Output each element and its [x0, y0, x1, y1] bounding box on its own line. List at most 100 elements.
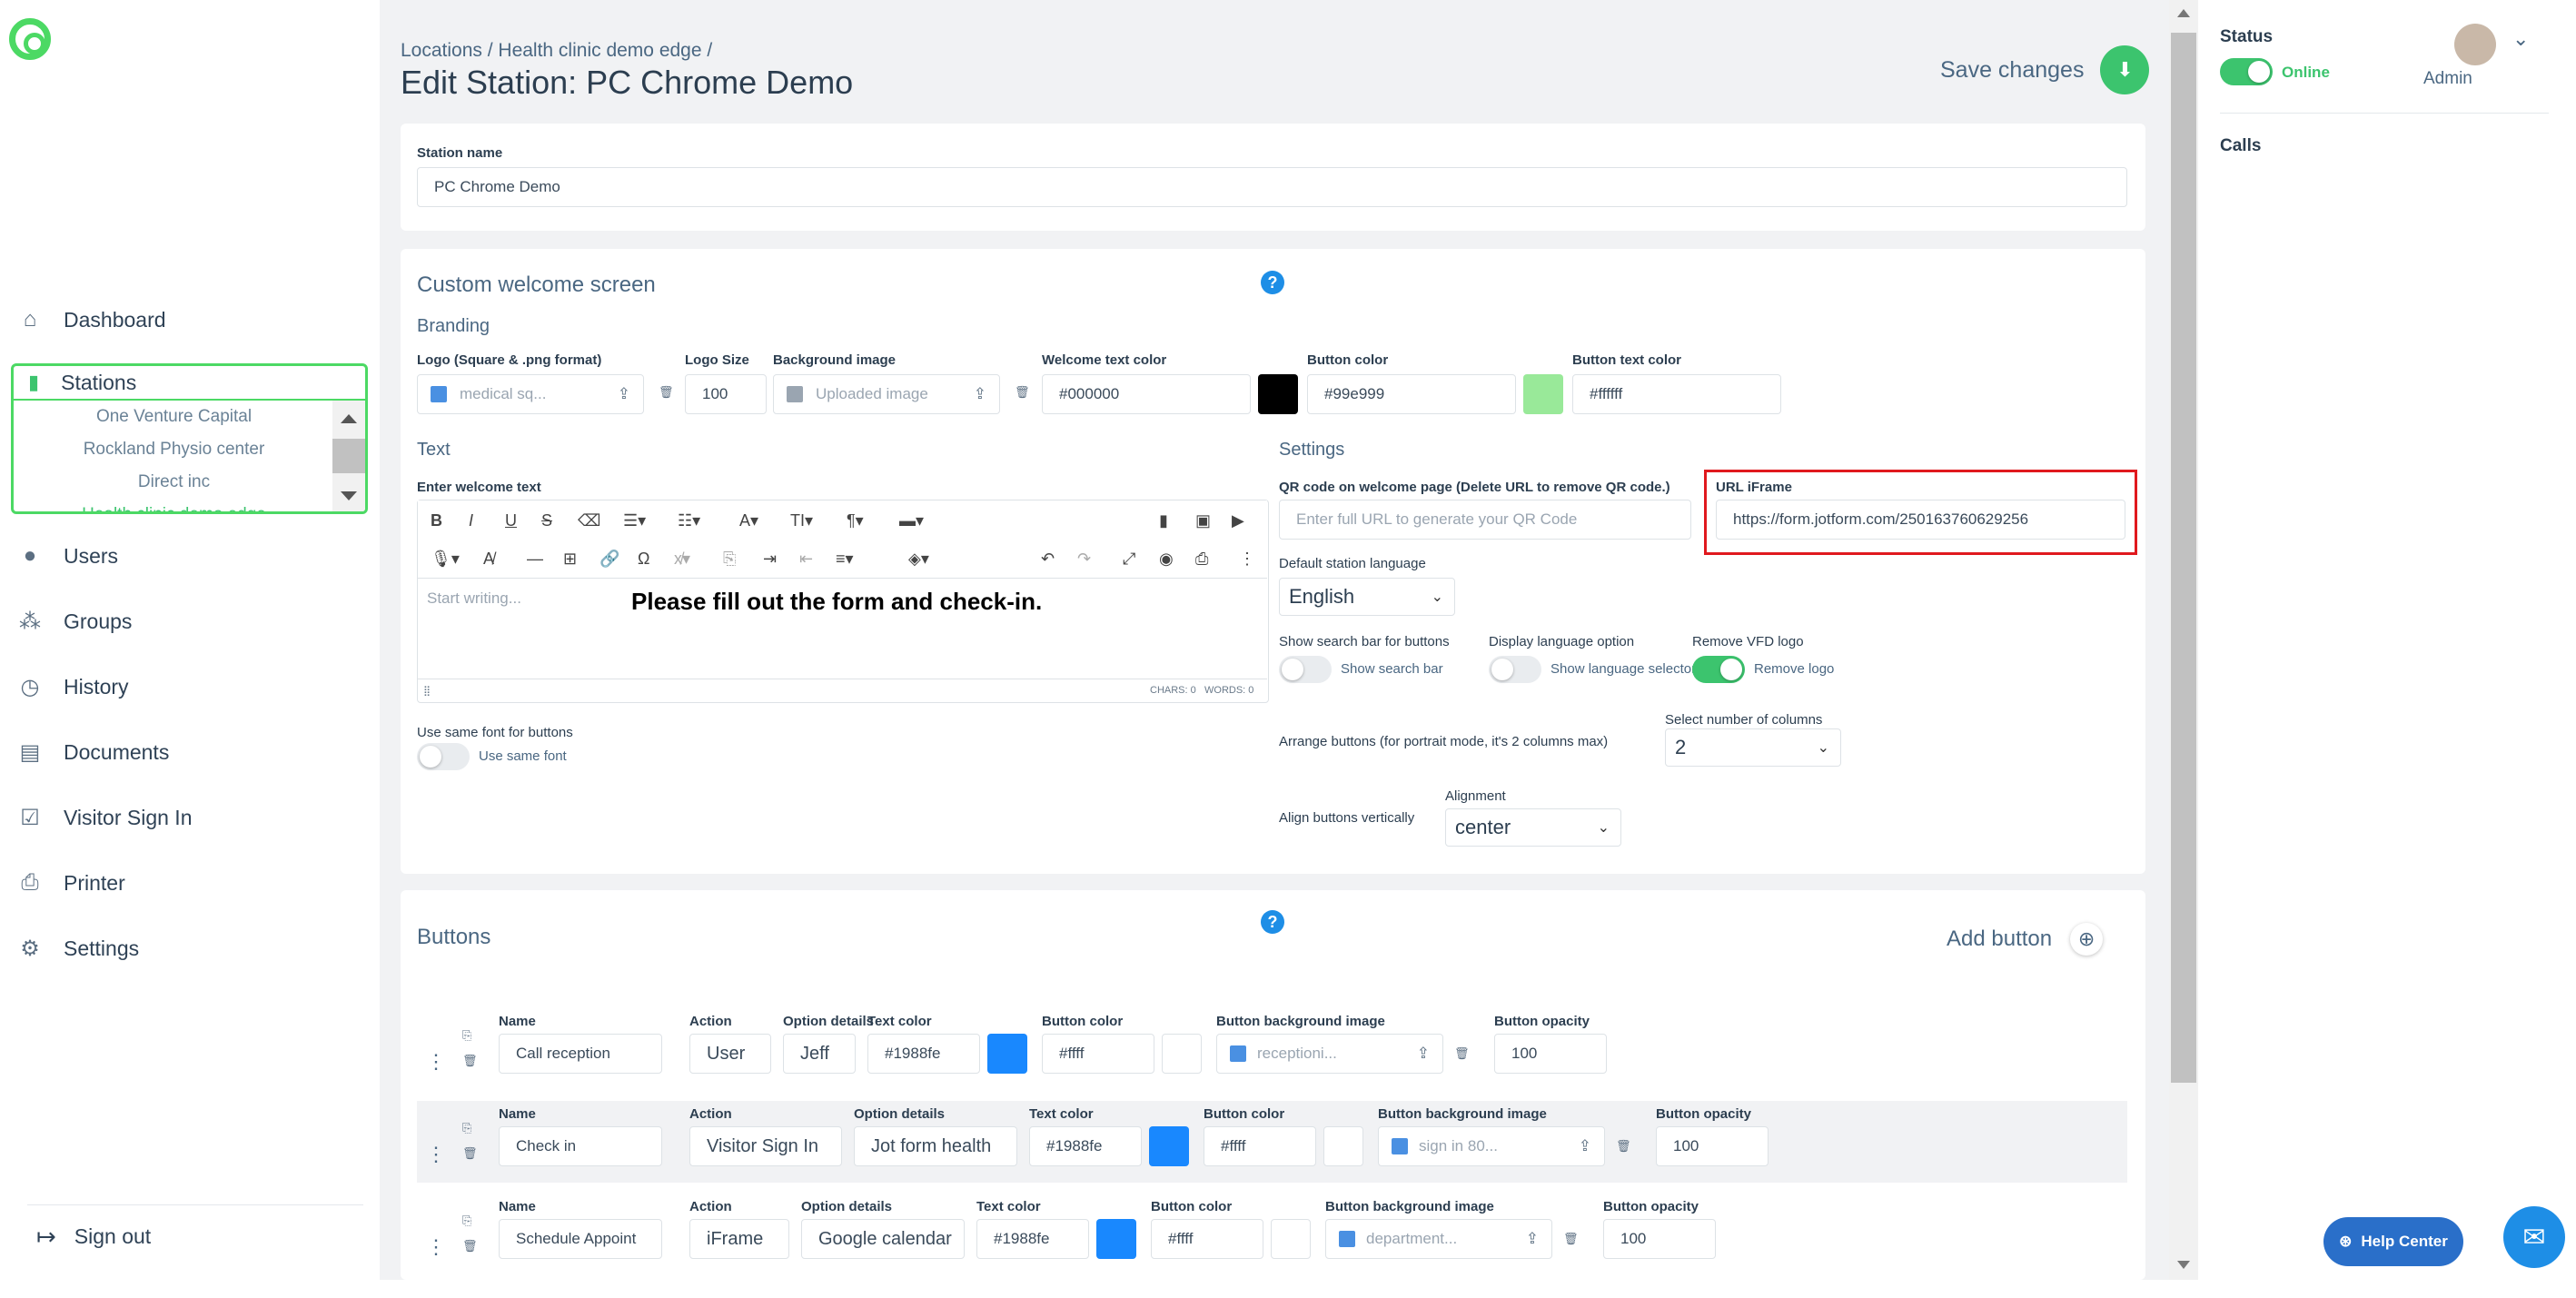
preview-icon[interactable]: ◉	[1159, 550, 1174, 569]
nav-printer[interactable]: ⎙ Printer	[18, 857, 124, 908]
avatar[interactable]	[2454, 24, 2496, 65]
help-center-button[interactable]: ⊛ Help Center	[2323, 1217, 2463, 1266]
chat-icon[interactable]: ✉	[2503, 1206, 2565, 1268]
button-color-input[interactable]: #99e999	[1307, 374, 1516, 414]
button-action-select[interactable]: User	[689, 1034, 771, 1074]
save-changes-button[interactable]: Save changes ⬇	[1940, 45, 2150, 94]
logo-size-input[interactable]: 100	[685, 374, 767, 414]
video-icon[interactable]: ▶	[1232, 511, 1244, 530]
scroll-down-icon[interactable]	[341, 491, 357, 500]
delete-icon[interactable]: 🗑	[462, 1054, 478, 1068]
button-text-color-input[interactable]: #ffffff	[1572, 374, 1781, 414]
alignment-select[interactable]: center ⌄	[1445, 808, 1621, 847]
button-name-input[interactable]: Check in	[499, 1126, 662, 1166]
button-option-select[interactable]: Jot form health	[854, 1126, 1017, 1166]
copy-icon[interactable]: ⎘	[462, 1214, 471, 1228]
block-icon[interactable]: ▬▾	[899, 511, 924, 530]
nav-dashboard[interactable]: ⌂ Dashboard	[18, 294, 166, 345]
nav-visitor-sign-in[interactable]: ☑ Visitor Sign In	[18, 792, 192, 843]
color-swatch[interactable]	[1096, 1219, 1136, 1259]
welcome-text-color-input[interactable]: #000000	[1042, 374, 1251, 414]
font-icon[interactable]: A▾	[739, 511, 758, 530]
button-option-select[interactable]: Google calendar	[801, 1219, 965, 1259]
color-swatch[interactable]	[1149, 1126, 1189, 1166]
delete-icon[interactable]: 🗑	[1616, 1139, 1631, 1154]
delete-icon[interactable]: 🗑	[1015, 385, 1030, 400]
add-button[interactable]: Add button ⊕	[1947, 923, 2104, 956]
copy-icon[interactable]: ⎘	[462, 1121, 471, 1135]
nav-history[interactable]: ◷ History	[18, 661, 129, 712]
scroll-thumb[interactable]	[2171, 33, 2196, 1083]
station-item[interactable]: Rockland Physio center	[14, 433, 334, 466]
resize-handle-icon[interactable]: ⣿	[423, 685, 431, 697]
button-name-input[interactable]: Schedule Appoint	[499, 1219, 662, 1259]
subscript-icon[interactable]: x̸▾	[674, 550, 690, 569]
button-action-select[interactable]: Visitor Sign In	[689, 1126, 842, 1166]
color-swatch[interactable]	[1323, 1126, 1363, 1166]
strikethrough-icon[interactable]: S	[541, 511, 552, 530]
table-icon[interactable]: ⊞	[563, 550, 577, 569]
button-text-color-input[interactable]: #1988fe	[1029, 1126, 1142, 1166]
button-opacity-input[interactable]: 100	[1656, 1126, 1769, 1166]
nav-documents[interactable]: ▤ Documents	[18, 727, 170, 778]
drag-handle-icon[interactable]: ⋮	[426, 1235, 446, 1259]
help-icon[interactable]: ?	[1261, 910, 1284, 934]
upload-icon[interactable]: ⇪	[974, 385, 986, 403]
columns-select[interactable]: 2 ⌄	[1665, 728, 1841, 767]
button-action-select[interactable]: iFrame	[689, 1219, 789, 1259]
eraser-icon[interactable]: ⌫	[578, 511, 600, 530]
same-font-toggle[interactable]	[417, 743, 470, 770]
editor-content[interactable]: Please fill out the form and check-in.	[631, 588, 1042, 616]
search-bar-toggle[interactable]	[1279, 656, 1332, 683]
omega-icon[interactable]: Ω	[638, 550, 649, 569]
fullscreen-icon[interactable]: ⤢	[1123, 550, 1135, 569]
delete-icon[interactable]: 🗑	[1563, 1232, 1579, 1246]
rich-text-editor[interactable]: B I U S ⌫ ☰▾ ☷▾ A▾ TI▾ ¶▾ ▬▾ ▮ ▣ ▶ 🎙▾ A̸…	[417, 500, 1269, 703]
horizontal-line-icon[interactable]: —	[527, 550, 543, 569]
copy-icon[interactable]: ⎘	[462, 1028, 471, 1043]
underline-icon[interactable]: U	[505, 511, 517, 530]
bg-image-upload[interactable]: receptioni... ⇪	[1216, 1034, 1443, 1074]
numbered-list-icon[interactable]: ☷▾	[678, 511, 700, 530]
spellcheck-icon[interactable]: A̸	[483, 550, 494, 569]
align-icon[interactable]: ≡▾	[836, 550, 854, 569]
nav-groups[interactable]: ⁂ Groups	[18, 596, 132, 647]
upload-icon[interactable]: ⇪	[1579, 1137, 1591, 1155]
color-fill-icon[interactable]: ◈▾	[908, 550, 929, 569]
scroll-down-icon[interactable]	[2177, 1261, 2190, 1269]
bg-image-upload[interactable]: sign in 80... ⇪	[1378, 1126, 1605, 1166]
paragraph-icon[interactable]: ¶▾	[847, 511, 864, 530]
qr-url-input[interactable]: Enter full URL to generate your QR Code	[1279, 500, 1691, 540]
language-select[interactable]: English ⌄	[1279, 578, 1455, 616]
image-icon[interactable]: ▣	[1195, 511, 1211, 530]
drag-handle-icon[interactable]: ⋮	[426, 1143, 446, 1166]
station-name-input[interactable]: PC Chrome Demo	[417, 167, 2127, 207]
bold-icon[interactable]: B	[431, 511, 442, 530]
indent-icon[interactable]: ⇥	[763, 550, 777, 569]
nav-stations[interactable]: ▮ Stations One Venture Capital Rockland …	[11, 363, 368, 514]
delete-icon[interactable]: 🗑	[1454, 1046, 1470, 1061]
app-logo[interactable]	[9, 18, 51, 60]
sign-out-button[interactable]: ↦ Sign out	[36, 1223, 151, 1251]
scroll-thumb[interactable]	[332, 439, 365, 473]
italic-icon[interactable]: I	[469, 511, 473, 530]
color-swatch[interactable]	[987, 1034, 1027, 1074]
stations-scrollbar[interactable]	[332, 401, 365, 511]
main-scrollbar[interactable]	[2169, 0, 2198, 1280]
bg-image-upload[interactable]: department... ⇪	[1325, 1219, 1552, 1259]
scroll-up-icon[interactable]	[341, 414, 357, 423]
print-icon[interactable]: ⎙	[1195, 550, 1208, 569]
copy-format-icon[interactable]: ⎘	[723, 550, 736, 569]
upload-icon[interactable]: ⇪	[1526, 1230, 1539, 1248]
button-bg-color-input[interactable]: #ffff	[1151, 1219, 1263, 1259]
station-item[interactable]: One Venture Capital	[14, 401, 334, 433]
iframe-url-input[interactable]: https://form.jotform.com/250163760629256	[1716, 500, 2125, 540]
scroll-up-icon[interactable]	[2177, 9, 2190, 17]
logo-upload[interactable]: medical sq... ⇪	[417, 374, 644, 414]
nav-users[interactable]: ● Users	[18, 530, 118, 581]
button-option-select[interactable]: Jeff	[783, 1034, 856, 1074]
button-text-color-input[interactable]: #1988fe	[976, 1219, 1089, 1259]
color-swatch[interactable]	[1271, 1219, 1311, 1259]
file-icon[interactable]: ▮	[1159, 511, 1168, 530]
nav-settings[interactable]: ⚙ Settings	[18, 923, 139, 974]
